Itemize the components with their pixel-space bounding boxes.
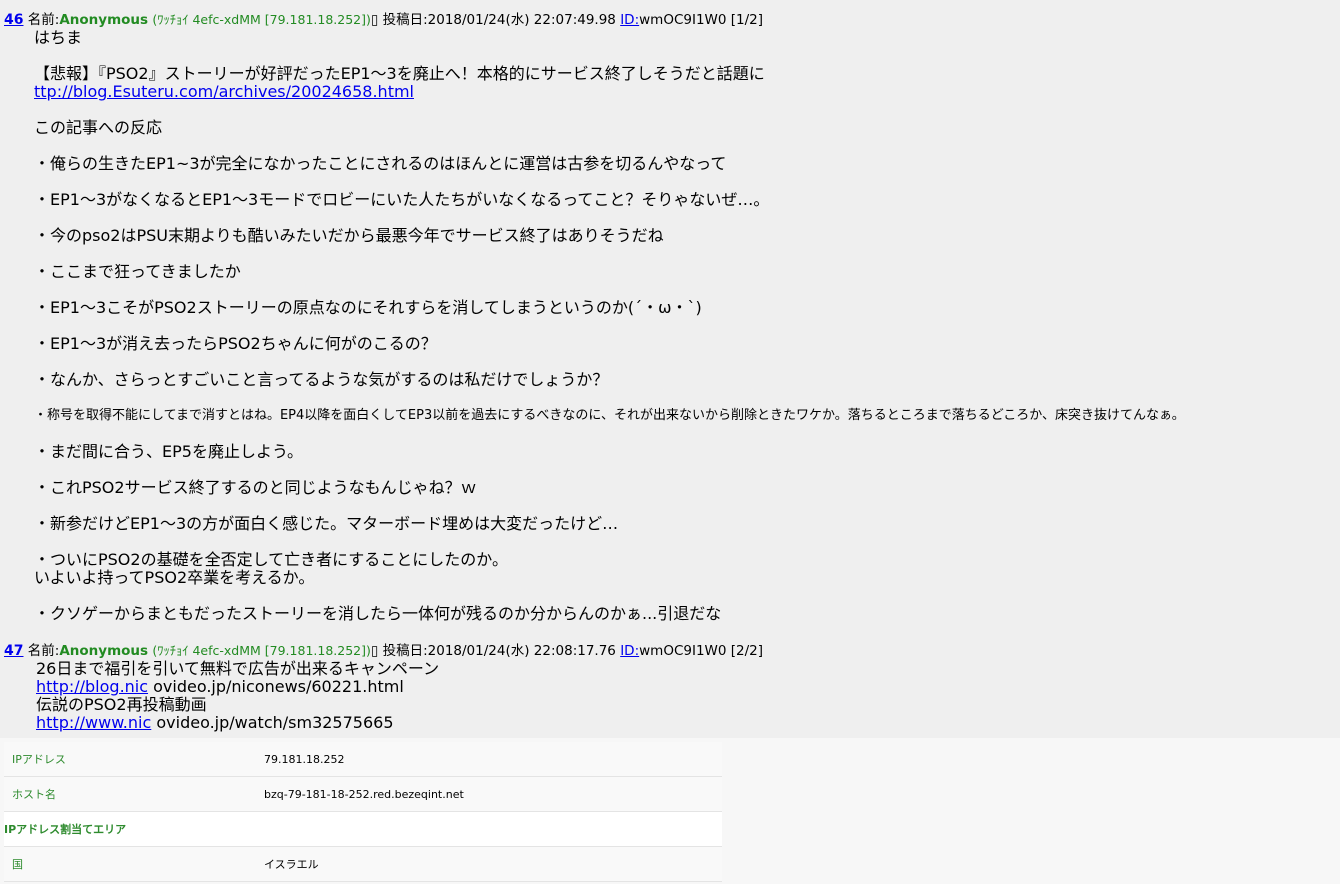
body-line: 【悲報】『PSO2』ストーリーが好評だったEP1～3を廃止へ！本格的にサービス終… — [34, 64, 765, 83]
name-label: 名前: — [27, 643, 60, 659]
ip-address-label: IPアドレス — [4, 742, 256, 777]
body-line: ・EP1～3がなくなるとEP1～3モードでロビーにいた人たちがいなくなるってこと… — [34, 190, 770, 209]
poster-name: Anonymous — [59, 643, 149, 659]
post-page: [1/2] — [730, 12, 764, 28]
body-line: ・EP1～3が消え去ったらPSO2ちゃんに何がのこるの？ — [34, 334, 437, 353]
body-line: ・新参だけどEP1～3の方が面白く感じた。マターボード埋めは大変だったけど… — [34, 514, 619, 533]
link-rest: ovideo.jp/niconews/60221.html — [148, 677, 404, 696]
table-row: IPアドレス 79.181.18.252 — [4, 742, 722, 777]
country-label: 国 — [4, 846, 256, 882]
poster-id: wmOC9I1W0 — [639, 12, 727, 28]
body-line: ・なんか、さらっとすごいこと言ってるような気がするのは私だけでしょうか？ — [34, 370, 609, 389]
body-line: ・俺らの生きたEP1~3が完全になかったことにされるのはほんとに運営は古参を切る… — [34, 154, 727, 173]
link-rest: ovideo.jp/watch/sm32575665 — [151, 713, 394, 732]
body-line: はちま — [34, 28, 83, 47]
table-row: ホスト名 bzq-79-181-18-252.red.bezeqint.net — [4, 776, 722, 812]
post-date: 2018/01/24(水) 22:07:49.98 — [427, 12, 616, 28]
table-row: 国 イスラエル — [4, 846, 722, 882]
poster-id: wmOC9I1W0 — [639, 643, 727, 659]
body-line: ・今のpso2はPSU末期よりも酷いみたいだから最悪今年でサービス終了はありそう… — [34, 226, 664, 245]
ip-info-table: IPアドレス 79.181.18.252 ホスト名 bzq-79-181-18-… — [4, 742, 722, 882]
body-line: ・ここまで狂ってきましたか — [34, 262, 241, 281]
section-row: IPアドレス割当てエリア — [4, 811, 722, 847]
body-line: いよいよ持ってPSO2卒業を考えるか。 — [34, 568, 315, 587]
post-47-body: 26日まで福引を引いて無料で広告が出来るキャンペーン http://blog.n… — [36, 660, 439, 732]
box-glyph: ▯ — [370, 643, 379, 659]
box-glyph: ▯ — [370, 12, 379, 28]
hostname-label: ホスト名 — [4, 776, 256, 812]
poster-trip: (ﾜｯﾁｮｲ 4efc-xdMM [79.181.18.252]) — [152, 12, 371, 27]
body-line: ・称号を取得不能にしてまで消すとはね。EP4以降を面白くしてEP3以前を過去にす… — [34, 408, 1185, 423]
id-link[interactable]: ID: — [620, 12, 639, 28]
blank-area — [748, 738, 1340, 884]
date-label: 投稿日: — [382, 643, 428, 659]
post-date: 2018/01/24(水) 22:08:17.76 — [427, 643, 616, 659]
post-46: 46 名前:Anonymous (ﾜｯﾁｮｲ 4efc-xdMM [79.181… — [0, 11, 763, 29]
ip-address-value: 79.181.18.252 — [256, 742, 722, 777]
body-line: ・ついにPSO2の基礎を全否定して亡き者にすることにしたのか。 — [34, 550, 508, 569]
country-value: イスラエル — [256, 846, 722, 882]
article-link[interactable]: ttp://blog.Esuteru.com/archives/20024658… — [34, 82, 414, 101]
body-line: ・EP1～3こそがPSO2ストーリーの原点なのにそれすらを消してしまうというのか… — [34, 298, 702, 317]
post-page: [2/2] — [730, 643, 764, 659]
id-link[interactable]: ID: — [620, 643, 639, 659]
ip-area-section-title: IPアドレス割当てエリア — [4, 811, 722, 847]
ip-info-panel: IPアドレス 79.181.18.252 ホスト名 bzq-79-181-18-… — [0, 738, 748, 884]
post-header: 46 名前:Anonymous (ﾜｯﾁｮｲ 4efc-xdMM [79.181… — [0, 11, 763, 29]
body-line: 伝説のPSO2再投稿動画 — [36, 695, 207, 714]
body-line: ・クソゲーからまともだったストーリーを消したら一体何が残るのか分からんのかぁ..… — [34, 604, 722, 623]
nico-video-link[interactable]: http://www.nic — [36, 713, 151, 732]
date-label: 投稿日: — [382, 12, 428, 28]
name-label: 名前: — [27, 12, 60, 28]
post-47: 47 名前:Anonymous (ﾜｯﾁｮｲ 4efc-xdMM [79.181… — [0, 642, 763, 660]
poster-trip: (ﾜｯﾁｮｲ 4efc-xdMM [79.181.18.252]) — [152, 643, 371, 658]
poster-name: Anonymous — [59, 12, 149, 28]
body-line: ・これPSO2サービス終了するのと同じようなもんじゃね？ｗ — [34, 478, 477, 497]
post-header: 47 名前:Anonymous (ﾜｯﾁｮｲ 4efc-xdMM [79.181… — [0, 642, 763, 660]
post-number-link[interactable]: 47 — [4, 643, 23, 659]
nico-news-link[interactable]: http://blog.nic — [36, 677, 148, 696]
post-46-body: はちま 【悲報】『PSO2』ストーリーが好評だったEP1～3を廃止へ！本格的にサ… — [34, 29, 1185, 623]
post-number-link[interactable]: 46 — [4, 12, 23, 28]
body-line: 26日まで福引を引いて無料で広告が出来るキャンペーン — [36, 659, 440, 678]
body-line: ・まだ間に合う、EP5を廃止しよう。 — [34, 442, 303, 461]
hostname-value: bzq-79-181-18-252.red.bezeqint.net — [256, 776, 722, 812]
body-line: この記事への反応 — [34, 118, 163, 137]
